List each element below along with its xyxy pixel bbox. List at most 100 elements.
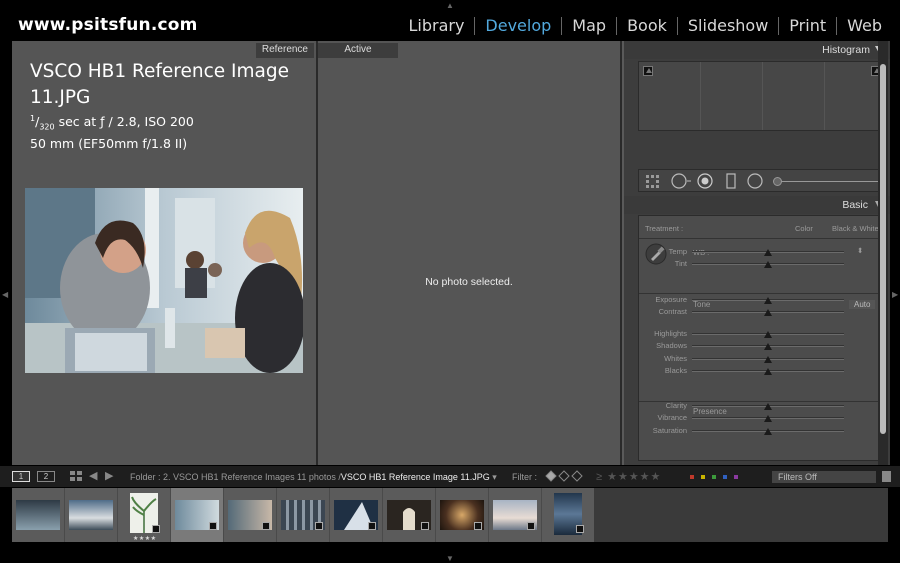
develop-badge-icon bbox=[421, 522, 429, 530]
filmstrip-thumbnail[interactable] bbox=[383, 488, 435, 542]
basic-label: Basic bbox=[842, 199, 868, 211]
slider-knob-whites[interactable] bbox=[764, 356, 772, 363]
slider-knob-exposure[interactable] bbox=[764, 297, 772, 304]
photo-info-overlay: VSCO HB1 Reference Image 11.JPG 1/320 se… bbox=[30, 59, 300, 152]
tone-label: Tone bbox=[693, 300, 711, 309]
wb-dropdown-icon[interactable]: ⬍ bbox=[857, 246, 863, 255]
shadow-clipping-icon[interactable] bbox=[643, 66, 653, 76]
filmstrip-thumbnail[interactable]: ★★★★ bbox=[118, 488, 170, 542]
module-book[interactable]: Book bbox=[617, 16, 677, 35]
treatment-label: Treatment : bbox=[645, 224, 684, 233]
photo-filename: VSCO HB1 Reference Image 11.JPG bbox=[30, 61, 289, 108]
basic-header[interactable]: Basic bbox=[624, 196, 890, 214]
develop-badge-icon bbox=[152, 525, 160, 533]
slider-knob-saturation[interactable] bbox=[764, 428, 772, 435]
slider-label-shadows: Shadows bbox=[656, 341, 687, 350]
filmstrip-thumbnail[interactable] bbox=[489, 488, 541, 542]
slider-label-highlights: Highlights bbox=[654, 329, 687, 338]
slider-label-blacks: Blacks bbox=[664, 366, 687, 375]
spot-removal-icon[interactable] bbox=[671, 173, 693, 194]
color-label-dot[interactable] bbox=[723, 475, 727, 479]
no-photo-message: No photo selected. bbox=[425, 276, 513, 288]
radial-filter-icon[interactable] bbox=[747, 173, 763, 194]
slider-knob-vibrance[interactable] bbox=[764, 415, 772, 422]
slider-label-clarity: Clarity bbox=[665, 401, 687, 410]
brush-slider-track[interactable] bbox=[777, 181, 881, 182]
left-panel-toggle-icon[interactable]: ◀ bbox=[2, 290, 8, 299]
crop-overlay-icon[interactable] bbox=[645, 173, 661, 194]
histogram-header[interactable]: Histogram bbox=[624, 41, 890, 59]
slider-knob-contrast[interactable] bbox=[764, 309, 772, 316]
secondary-window-button[interactable]: 2 bbox=[37, 471, 55, 482]
primary-window-button[interactable]: 1 bbox=[12, 471, 30, 482]
develop-badge-icon bbox=[209, 522, 217, 530]
filmstrip-toolbar: 1 2 ◀ ▶ Folder : 2. VSCO HB1 Reference I… bbox=[0, 466, 900, 487]
slider-knob-blacks[interactable] bbox=[764, 368, 772, 375]
filmstrip-thumbnail[interactable] bbox=[277, 488, 329, 542]
module-web[interactable]: Web bbox=[837, 16, 892, 35]
filmstrip-thumbnail[interactable] bbox=[436, 488, 488, 542]
auto-tone-button[interactable]: Auto bbox=[849, 300, 876, 309]
develop-badge-icon bbox=[576, 525, 584, 533]
filter-lock-icon[interactable] bbox=[882, 471, 891, 482]
develop-badge-icon bbox=[527, 522, 535, 530]
rating-filter[interactable]: ≥ ★★★★★ bbox=[596, 470, 661, 483]
flag-filter-icons[interactable] bbox=[544, 469, 584, 485]
panel-scrollbar-thumb[interactable] bbox=[880, 64, 886, 434]
module-library[interactable]: Library bbox=[398, 16, 474, 35]
reference-pane: Reference VSCO HB1 Reference Image 11.JP… bbox=[12, 41, 316, 465]
back-arrow-icon[interactable]: ◀ bbox=[89, 469, 97, 482]
color-label-dot[interactable] bbox=[712, 475, 716, 479]
treatment-color-option[interactable]: Color bbox=[795, 224, 813, 233]
photo-count[interactable]: 11 photos /VSCO HB1 Reference Image 11.J… bbox=[297, 472, 497, 483]
color-label-dot[interactable] bbox=[701, 475, 705, 479]
slider-label-contrast: Contrast bbox=[658, 307, 687, 316]
slider-label-exposure: Exposure bbox=[655, 295, 687, 304]
filmstrip-thumbnail[interactable] bbox=[65, 488, 117, 542]
forward-arrow-icon[interactable]: ▶ bbox=[105, 469, 113, 482]
folder-path[interactable]: Folder : 2. VSCO HB1 Reference Images bbox=[130, 472, 295, 482]
slider-knob-temp[interactable] bbox=[764, 249, 772, 256]
develop-panel: Histogram Basic Treatment: Color Black … bbox=[624, 41, 890, 465]
develop-badge-icon bbox=[368, 522, 376, 530]
filter-presets-dropdown[interactable]: Filters Off bbox=[772, 471, 876, 483]
develop-badge-icon bbox=[262, 522, 270, 530]
active-tab: Active bbox=[318, 43, 398, 58]
right-panel-toggle-icon[interactable]: ▶ bbox=[892, 290, 898, 299]
slider-label-saturation: Saturation bbox=[652, 426, 687, 435]
module-slideshow[interactable]: Slideshow bbox=[678, 16, 778, 35]
color-label-dot[interactable] bbox=[734, 475, 738, 479]
brush-slider-knob[interactable] bbox=[773, 177, 782, 186]
graduated-filter-icon[interactable] bbox=[725, 173, 737, 194]
reference-tab: Reference bbox=[255, 43, 314, 58]
filmstrip-thumbnail[interactable] bbox=[542, 488, 594, 542]
thumbnail-rating: ★★★★ bbox=[133, 536, 157, 542]
module-develop[interactable]: Develop bbox=[475, 16, 561, 35]
develop-badge-icon bbox=[315, 522, 323, 530]
grid-view-icon[interactable] bbox=[70, 471, 82, 484]
bottom-panel-toggle-icon[interactable]: ▼ bbox=[446, 554, 454, 563]
reference-photo[interactable] bbox=[25, 188, 303, 373]
filmstrip-thumbnail[interactable] bbox=[224, 488, 276, 542]
slider-knob-clarity[interactable] bbox=[764, 403, 772, 410]
slider-label-vibrance: Vibrance bbox=[657, 413, 687, 422]
histogram-gridline bbox=[700, 62, 701, 130]
presence-label: Presence bbox=[693, 407, 727, 416]
red-eye-icon[interactable] bbox=[697, 173, 713, 194]
module-print[interactable]: Print bbox=[779, 16, 836, 35]
filmstrip-thumbnail[interactable] bbox=[330, 488, 382, 542]
module-picker: Library Develop Map Book Slideshow Print Web bbox=[398, 16, 892, 35]
treatment-bw-option[interactable]: Black & White bbox=[832, 224, 879, 233]
color-label-dot[interactable] bbox=[690, 475, 694, 479]
top-panel-toggle-icon[interactable]: ▲ bbox=[446, 1, 454, 10]
filmstrip-thumbnail[interactable] bbox=[171, 488, 223, 542]
slider-knob-highlights[interactable] bbox=[764, 331, 772, 338]
photo-exposure: 1/320 sec at ƒ / 2.8, ISO 200 bbox=[30, 114, 194, 132]
histogram-gridline bbox=[762, 62, 763, 130]
module-map[interactable]: Map bbox=[562, 16, 616, 35]
main-view: Reference VSCO HB1 Reference Image 11.JP… bbox=[12, 41, 890, 465]
slider-label-whites: Whites bbox=[664, 354, 687, 363]
slider-knob-shadows[interactable] bbox=[764, 343, 772, 350]
filmstrip-thumbnail[interactable] bbox=[12, 488, 64, 542]
slider-knob-tint[interactable] bbox=[764, 261, 772, 268]
